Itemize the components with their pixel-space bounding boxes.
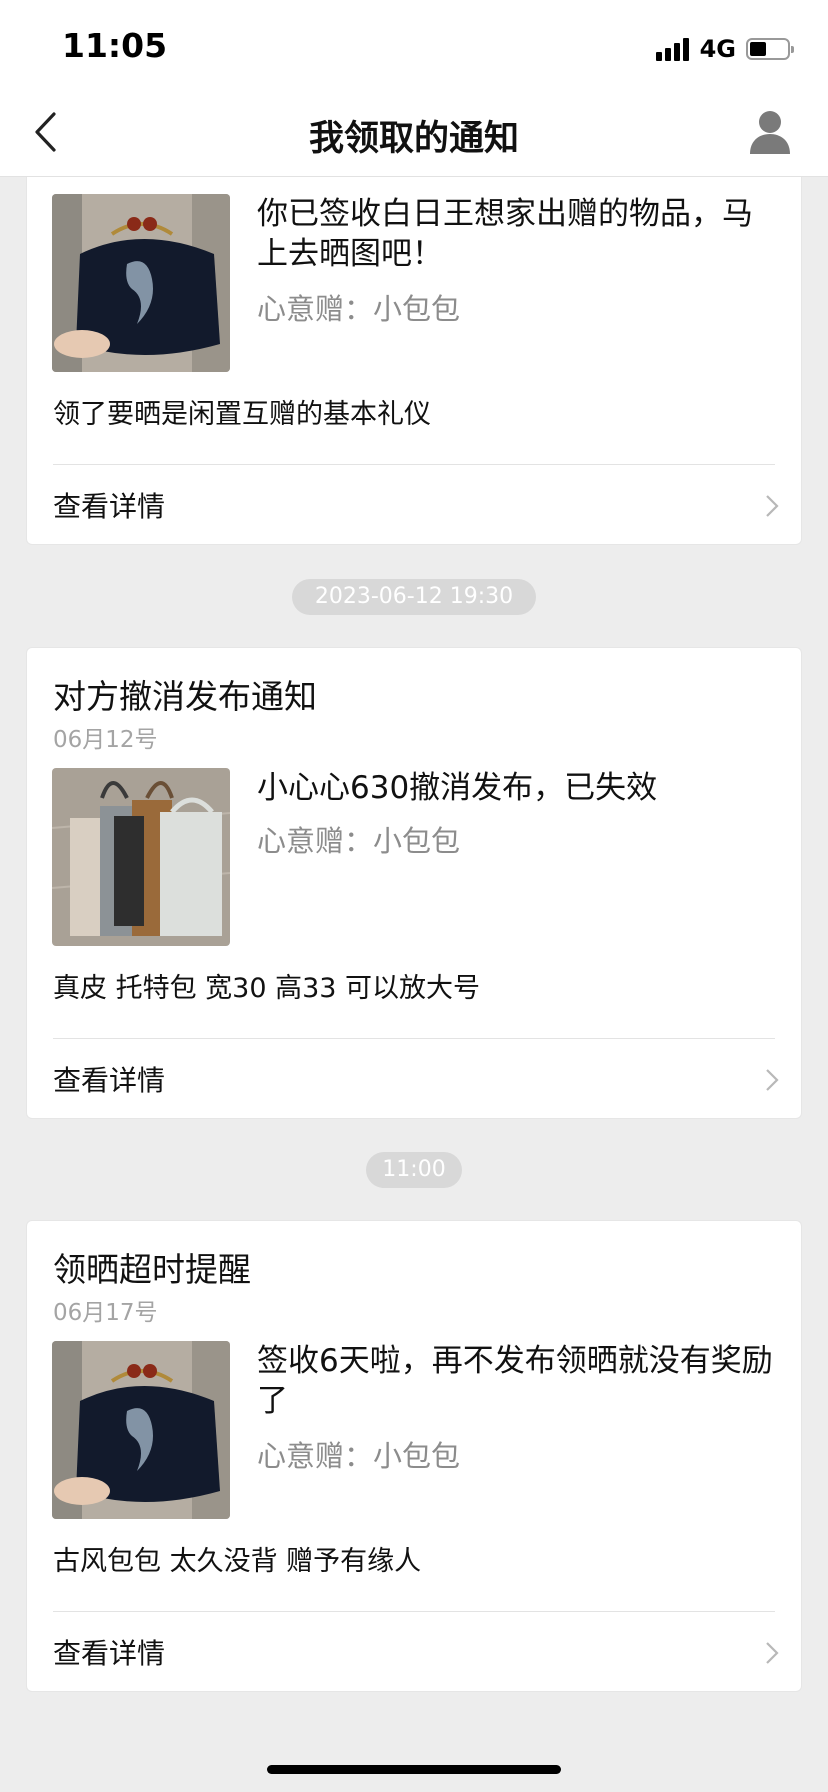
- view-details-row[interactable]: 查看详情: [27, 1612, 801, 1692]
- item-thumbnail[interactable]: [52, 768, 230, 946]
- gift-label: 心意赠：小包包: [257, 824, 461, 858]
- item-description: 领了要晒是闲置互赠的基本礼仪: [53, 399, 431, 430]
- view-details-row[interactable]: 查看详情: [27, 465, 801, 545]
- view-details-row[interactable]: 查看详情: [27, 1039, 801, 1119]
- notification-title: 领晒超时提醒: [53, 1250, 251, 1289]
- view-details-label: 查看详情: [53, 490, 166, 523]
- item-thumbnail[interactable]: [52, 1341, 230, 1519]
- notification-date: 06月12号: [53, 727, 158, 753]
- nav-bar: 我领取的通知: [0, 88, 828, 177]
- item-thumbnail[interactable]: [52, 194, 230, 372]
- notification-list[interactable]: 你已签收白日王想家出赠的物品，马上去晒图吧！ 心意赠：小包包 领了要晒是闲置互赠…: [0, 177, 828, 1792]
- timestamp-pill: 11:00: [366, 1152, 462, 1188]
- user-profile-button[interactable]: [744, 106, 796, 158]
- battery-icon: [746, 38, 794, 60]
- tote-bags-image: [52, 768, 230, 946]
- view-details-label: 查看详情: [53, 1637, 166, 1670]
- item-description: 真皮 托特包 宽30 高33 可以放大号: [53, 973, 481, 1004]
- view-details-label: 查看详情: [53, 1064, 166, 1097]
- gift-label: 心意赠：小包包: [257, 292, 461, 326]
- velvet-purse-image: [52, 194, 230, 372]
- signal-icon: [655, 37, 692, 61]
- timestamp-pill: 2023-06-12 19:30: [292, 579, 536, 615]
- user-icon: [750, 111, 790, 154]
- chevron-right-icon: [766, 1069, 779, 1091]
- status-indicators: 4G: [655, 34, 794, 64]
- item-description: 古风包包 太久没背 赠予有缘人: [53, 1546, 422, 1577]
- notification-title: 对方撤消发布通知: [53, 677, 317, 716]
- status-bar: 11:05 4G: [0, 0, 828, 88]
- chevron-right-icon: [766, 495, 779, 517]
- notification-card: 领晒超时提醒 06月17号 签收6天啦，再不发布领晒就没有奖励了 心意赠：小包包…: [26, 1220, 802, 1692]
- network-label: 4G: [699, 35, 736, 63]
- notification-date: 06月17号: [53, 1300, 158, 1326]
- notification-headline: 签收6天啦，再不发布领晒就没有奖励了: [257, 1343, 773, 1419]
- page-title: 我领取的通知: [308, 119, 519, 159]
- home-indicator[interactable]: [267, 1765, 561, 1774]
- gift-label: 心意赠：小包包: [257, 1439, 461, 1473]
- notification-headline: 你已签收白日王想家出赠的物品，马上去晒图吧！: [257, 196, 753, 272]
- battery-fill: [750, 42, 766, 56]
- velvet-purse-image: [52, 1341, 230, 1519]
- notification-card: 你已签收白日王想家出赠的物品，马上去晒图吧！ 心意赠：小包包 领了要晒是闲置互赠…: [26, 177, 802, 545]
- notification-headline: 小心心630撤消发布，已失效: [257, 770, 658, 806]
- status-time: 11:05: [62, 26, 168, 65]
- notification-card: 对方撤消发布通知 06月12号 小心心630撤消发布，已失效 心意赠：小包包 真…: [26, 647, 802, 1119]
- chevron-right-icon: [766, 1642, 779, 1664]
